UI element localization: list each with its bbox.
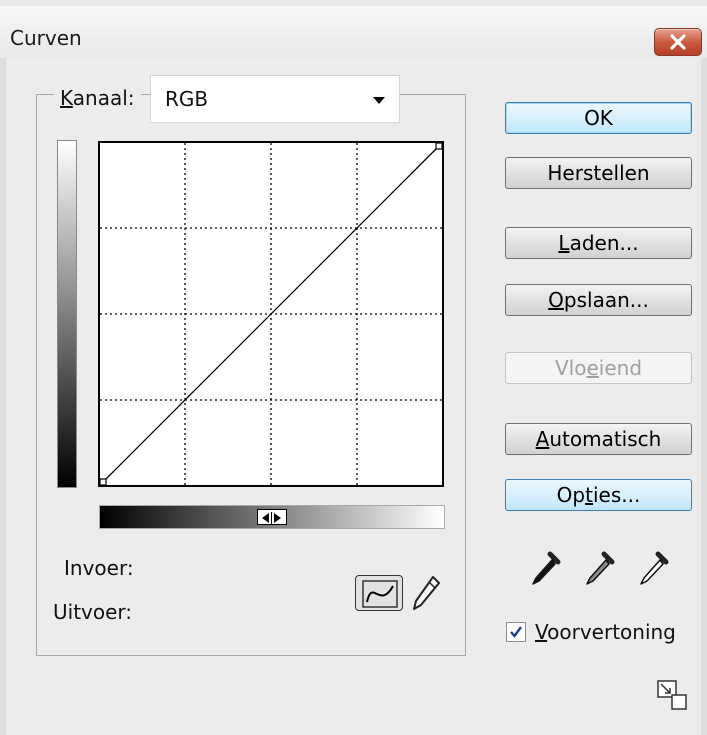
options-button[interactable]: Opties...	[505, 479, 692, 511]
resize-icon[interactable]	[657, 680, 691, 712]
window-title: Curven	[10, 26, 82, 50]
curves-dialog: Curven Kanaal: RGB Invoer: Uitvoer: OK H…	[0, 0, 707, 735]
gray-eyedropper-icon[interactable]	[582, 548, 618, 588]
output-label: Uitvoer:	[53, 600, 133, 624]
title-bar: Curven	[0, 0, 707, 58]
black-eyedropper-icon[interactable]	[528, 548, 564, 588]
reset-button[interactable]: Herstellen	[505, 157, 692, 189]
output-gradient-bar	[57, 140, 77, 488]
curve-point-white[interactable]	[435, 142, 443, 150]
preview-checkbox[interactable]	[506, 622, 526, 642]
auto-button[interactable]: Automatisch	[505, 423, 692, 455]
curve-graph[interactable]	[97, 140, 447, 490]
channel-select[interactable]: RGB	[150, 75, 400, 123]
pencil-icon[interactable]	[409, 573, 443, 613]
white-eyedropper-icon[interactable]	[636, 548, 672, 588]
gradient-toggle-button[interactable]	[257, 509, 287, 525]
window-border-left	[0, 58, 6, 735]
load-button[interactable]: Laden...	[505, 227, 692, 259]
close-button[interactable]	[654, 28, 702, 56]
curve-point-black[interactable]	[99, 478, 107, 486]
input-label: Invoer:	[64, 556, 134, 580]
smooth-button[interactable]: Vloeiend	[505, 352, 692, 384]
close-icon	[670, 34, 686, 50]
channel-label: Kanaal:	[54, 86, 141, 110]
save-button[interactable]: Opslaan...	[505, 284, 692, 316]
curve-tool-button[interactable]	[355, 575, 403, 611]
gradient-toggle-icon	[262, 512, 281, 524]
window-border-right	[701, 58, 707, 735]
preview-label[interactable]: Voorvertoning	[535, 620, 676, 644]
ok-button[interactable]: OK	[505, 102, 692, 134]
checkmark-icon	[510, 626, 522, 638]
channel-select-value: RGB	[165, 87, 209, 111]
curve-tool-icon	[362, 580, 398, 608]
dropdown-arrow-icon	[373, 97, 385, 104]
